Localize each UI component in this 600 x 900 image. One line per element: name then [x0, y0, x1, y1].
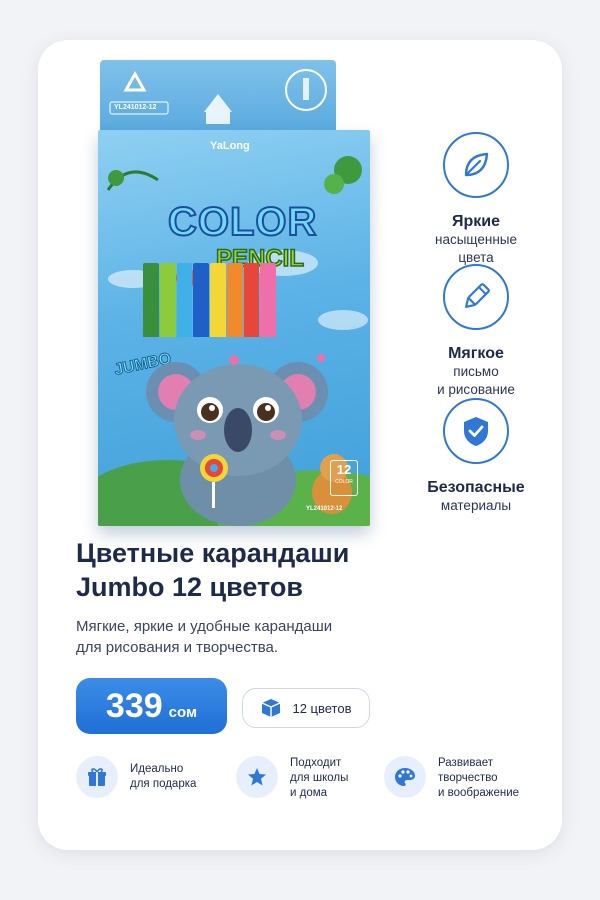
sku-bottom: YL241012-12: [306, 506, 343, 512]
feature-title: Безопасные: [427, 479, 525, 496]
count-badge: 12 COLOR: [330, 460, 358, 496]
product-description: Мягкие, яркие и удобные карандаши для ри…: [76, 616, 496, 658]
package-front: YaLong COLOR PENCIL JUMBO 12 COLOR YL241…: [98, 130, 370, 526]
benefit-text: Подходит: [290, 757, 342, 769]
package-top-flap: YL241012-12: [100, 60, 336, 134]
benefit-text: и воображение: [438, 787, 520, 799]
sku-top: YL241012-12: [114, 104, 157, 111]
description-line: Мягкие, яркие и удобные карандаши: [76, 618, 333, 635]
palette-icon: [384, 756, 426, 798]
badge-number: 12: [336, 462, 352, 477]
price-currency: сом: [168, 704, 198, 721]
description-line: для рисования и творчества.: [76, 639, 279, 656]
feature-text: насыщенные: [434, 232, 517, 247]
star-icon: [236, 756, 278, 798]
benefit-gift: Идеально для подарка: [76, 756, 196, 798]
benefit-text: Развивает: [438, 757, 494, 769]
benefit-text: творчество: [438, 772, 498, 784]
feature-safe: Безопасные материалы: [396, 398, 556, 515]
benefit-text: Идеально: [130, 763, 184, 775]
badge-text: COLOR: [335, 479, 353, 485]
feature-text: письмо: [453, 364, 499, 379]
feature-title: Мягкое: [448, 345, 504, 362]
feature-bright: Яркие насыщенные цвета: [396, 132, 556, 267]
leaf-icon: [443, 132, 509, 198]
product-title: Цветные карандаши Jumbo 12 цветов: [76, 536, 536, 604]
benefit-text: для школы: [290, 772, 349, 784]
benefit-text: и дома: [290, 787, 328, 799]
box-icon: [262, 699, 281, 717]
feature-text: материалы: [440, 498, 512, 513]
title-line: Jumbo 12 цветов: [76, 572, 303, 602]
benefit-text: для подарка: [130, 778, 197, 790]
benefit-creativity: Развивает творчество и воображение: [384, 756, 519, 801]
price-badge: 339 сом: [76, 678, 227, 734]
benefit-school: Подходит для школы и дома: [236, 756, 348, 801]
feature-title: Яркие: [451, 213, 500, 230]
product-image: YL241012-12 YaLong COLOR PENCIL JUMBO 12…: [60, 60, 370, 530]
shield-check-icon: [443, 398, 509, 464]
feature-text: и рисование: [437, 382, 515, 397]
pencil-icon: [443, 264, 509, 330]
feature-soft: Мягкое письмо и рисование: [396, 264, 556, 399]
color-count-pill: 12 цветов: [242, 688, 370, 728]
title-line: Цветные карандаши: [76, 538, 350, 568]
price-value: 339: [105, 687, 163, 725]
gift-icon: [76, 756, 118, 798]
color-count-label: 12 цветов: [292, 700, 352, 716]
